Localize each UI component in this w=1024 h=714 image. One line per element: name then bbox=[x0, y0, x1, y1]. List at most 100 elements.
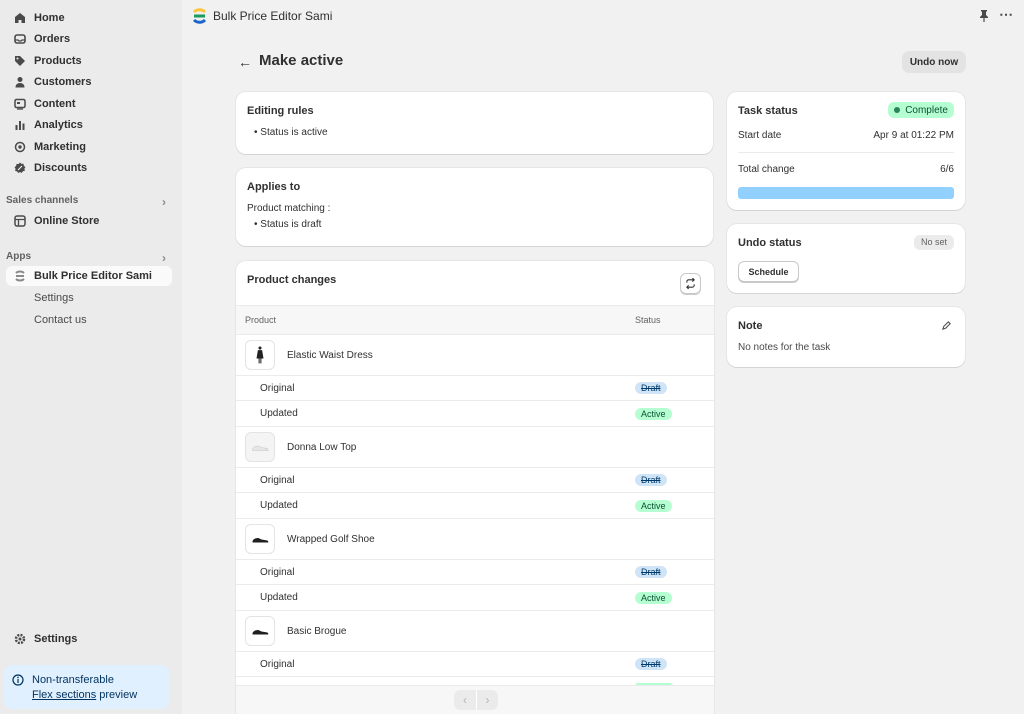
app-logo-icon bbox=[192, 8, 206, 24]
status-badge: Active bbox=[635, 591, 672, 604]
column-header-status: Status bbox=[635, 315, 661, 325]
status-dot-icon bbox=[894, 107, 901, 113]
table-header: Product Status bbox=[236, 305, 714, 334]
product-thumbnail bbox=[245, 524, 275, 554]
updated-label: Updated bbox=[260, 592, 298, 603]
start-date-label: Start date bbox=[738, 130, 782, 141]
sidebar-item-orders[interactable]: Orders bbox=[6, 29, 172, 49]
store-icon bbox=[14, 215, 26, 227]
main-content: ← Make active Undo now Editing rules • S… bbox=[182, 32, 1024, 714]
updated-label: Updated bbox=[260, 500, 298, 511]
complete-badge-text: Complete bbox=[905, 104, 948, 116]
sidebar-item-bulk-price-editor[interactable]: Bulk Price Editor Sami bbox=[6, 266, 172, 286]
apps-label: Apps bbox=[6, 251, 31, 262]
table-row: Updated Active bbox=[236, 584, 714, 610]
status-badge: Active bbox=[635, 407, 672, 420]
content-icon bbox=[14, 98, 26, 110]
column-header-product: Product bbox=[245, 315, 277, 325]
next-page-icon[interactable]: › bbox=[476, 690, 498, 710]
target-icon bbox=[14, 141, 26, 153]
refresh-button[interactable] bbox=[680, 273, 701, 294]
sidebar-item-content[interactable]: Content bbox=[6, 94, 172, 114]
note-text: No notes for the task bbox=[738, 342, 831, 353]
product-name: Wrapped Golf Shoe bbox=[287, 533, 375, 545]
sidebar-item-home[interactable]: Home bbox=[6, 8, 172, 28]
sidebar-item-label: Orders bbox=[34, 33, 71, 45]
sidebar-item-online-store[interactable]: Online Store bbox=[6, 211, 172, 231]
previous-page-icon[interactable]: ‹ bbox=[454, 690, 476, 710]
sidebar-subitem-settings[interactable]: Settings bbox=[34, 292, 74, 304]
status-badge: Draft bbox=[635, 382, 667, 394]
sidebar-subitem-contact-us[interactable]: Contact us bbox=[34, 314, 87, 326]
product-name: Donna Low Top bbox=[287, 441, 357, 453]
sidebar-item-analytics[interactable]: Analytics bbox=[6, 115, 172, 135]
sidebar-item-label: Home bbox=[34, 12, 65, 24]
pagination-bar: ‹ › bbox=[236, 685, 714, 714]
chevron-right-icon: › bbox=[162, 251, 166, 265]
gear-icon bbox=[14, 633, 26, 645]
table-row[interactable]: Wrapped Golf Shoe bbox=[236, 518, 714, 559]
sales-channels-header[interactable]: Sales channels › bbox=[6, 195, 172, 209]
pagination: ‹ › bbox=[454, 690, 498, 710]
bar-chart-icon bbox=[14, 119, 26, 131]
total-change-label: Total change bbox=[738, 164, 795, 175]
total-change-value: 6/6 bbox=[940, 164, 954, 175]
table-row: Original Draft bbox=[236, 559, 714, 584]
table-row[interactable]: Elastic Waist Dress bbox=[236, 334, 714, 375]
apps-header[interactable]: Apps › bbox=[6, 251, 172, 265]
discount-icon bbox=[14, 162, 26, 174]
schedule-button[interactable]: Schedule bbox=[738, 261, 799, 282]
task-status-card: Task status Complete Start date Apr 9 at… bbox=[727, 92, 965, 210]
sidebar-item-label: Products bbox=[34, 55, 82, 67]
sidebar-item-label: Settings bbox=[34, 633, 78, 645]
note-card: Note No notes for the task bbox=[727, 307, 965, 367]
sidebar-item-products[interactable]: Products bbox=[6, 51, 172, 71]
sidebar-item-discounts[interactable]: Discounts bbox=[6, 158, 172, 178]
edit-pencil-icon[interactable] bbox=[941, 320, 952, 331]
sidebar-item-label: Content bbox=[34, 98, 76, 110]
applies-to-title: Applies to bbox=[247, 181, 301, 193]
more-actions-icon[interactable]: ⋯ bbox=[999, 6, 1013, 23]
sidebar-item-settings[interactable]: Settings bbox=[6, 629, 172, 649]
table-row[interactable]: Basic Brogue bbox=[236, 610, 714, 651]
editing-rule-text: Status is active bbox=[260, 127, 328, 138]
flex-sections-link[interactable]: Flex sections bbox=[32, 689, 96, 701]
product-name: Basic Brogue bbox=[287, 625, 347, 637]
product-matching-label: Product matching : bbox=[247, 203, 331, 214]
app-title: Bulk Price Editor Sami bbox=[213, 9, 333, 23]
start-date-value: Apr 9 at 01:22 PM bbox=[873, 130, 954, 141]
sidebar-item-customers[interactable]: Customers bbox=[6, 72, 172, 92]
sidebar: Home Orders Products Customers Content A… bbox=[0, 0, 182, 714]
sidebar-item-label: Online Store bbox=[34, 215, 100, 227]
non-transferable-banner: Non-transferable Flex sections preview bbox=[4, 665, 169, 709]
progress-fill bbox=[738, 187, 954, 199]
back-arrow-icon[interactable]: ← bbox=[238, 54, 252, 70]
status-badge: Draft bbox=[635, 474, 667, 486]
pin-icon[interactable] bbox=[978, 9, 990, 23]
applies-condition-text: Status is draft bbox=[260, 219, 322, 230]
product-thumbnail bbox=[245, 340, 275, 370]
table-row[interactable]: Donna Low Top bbox=[236, 426, 714, 467]
complete-badge: Complete bbox=[888, 102, 954, 118]
divider bbox=[738, 152, 954, 153]
sales-channels-label: Sales channels bbox=[6, 195, 79, 206]
undo-status-badge: No set bbox=[913, 235, 954, 250]
sidebar-item-marketing[interactable]: Marketing bbox=[6, 137, 172, 157]
table-row: Updated Active bbox=[236, 400, 714, 426]
undo-now-button[interactable]: Undo now bbox=[902, 51, 966, 73]
applies-condition-item: • Status is draft bbox=[254, 219, 322, 230]
progress-bar bbox=[738, 187, 954, 199]
undo-status-title: Undo status bbox=[738, 237, 802, 249]
sidebar-item-label: Marketing bbox=[34, 141, 86, 153]
original-label: Original bbox=[260, 658, 295, 670]
editing-rules-card: Editing rules • Status is active bbox=[236, 92, 713, 154]
original-label: Original bbox=[260, 474, 295, 486]
banner-title: Non-transferable bbox=[32, 674, 114, 686]
banner-text: preview bbox=[96, 689, 138, 701]
product-thumbnail bbox=[245, 616, 275, 646]
task-status-title: Task status bbox=[738, 105, 798, 117]
editing-rule-item: • Status is active bbox=[254, 127, 328, 138]
sidebar-item-label: Bulk Price Editor Sami bbox=[34, 270, 152, 282]
tag-icon bbox=[14, 55, 26, 67]
app-topbar: Bulk Price Editor Sami ⋯ bbox=[182, 0, 1024, 32]
